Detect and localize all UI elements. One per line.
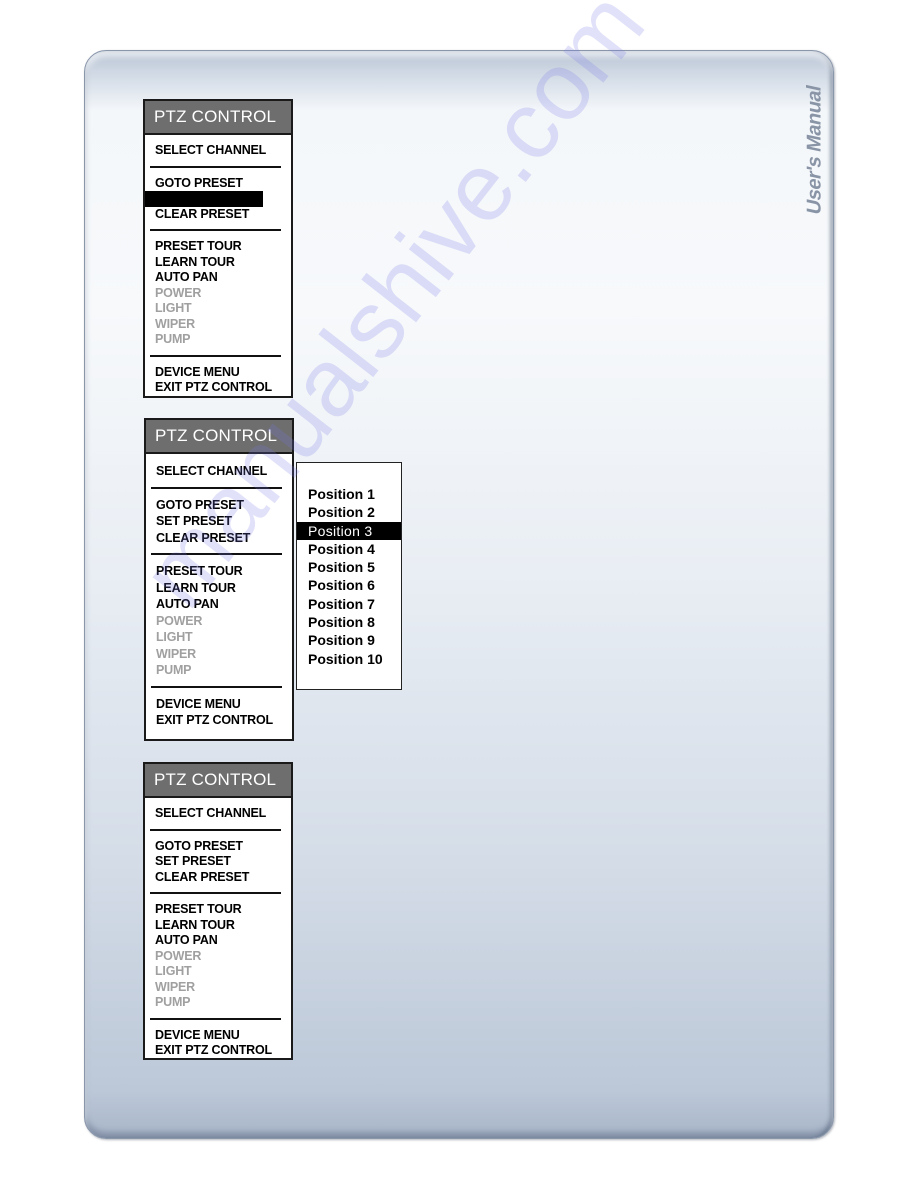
menu-divider bbox=[151, 553, 282, 555]
ptz-control-menu-3: PTZ CONTROL SELECT CHANNEL GOTO PRESET SET … bbox=[143, 762, 293, 1060]
menu-item-pump: PUMP bbox=[156, 663, 192, 677]
preset-position-option[interactable]: Position 2 bbox=[297, 503, 401, 521]
menu-title: PTZ CONTROL bbox=[146, 420, 292, 454]
menu-group: PRESET TOUR LEARN TOUR AUTO PAN POWER LIGHT W… bbox=[145, 239, 291, 348]
menu-item-wiper: WIPER bbox=[155, 979, 195, 994]
menu-item-auto-pan[interactable]: AUTO PAN bbox=[155, 270, 281, 286]
menu-group: DEVICE MENU EXIT PTZ CONTROL bbox=[146, 696, 292, 729]
preset-position-option[interactable]: Position 3 bbox=[297, 521, 401, 540]
menu-item-power: POWER bbox=[155, 285, 202, 300]
preset-position-option[interactable]: Position 5 bbox=[297, 558, 401, 576]
menu-item-select-channel[interactable]: SELECT CHANNEL bbox=[156, 463, 282, 480]
menu-item-power: POWER bbox=[156, 613, 203, 628]
menu-item-clear-preset[interactable]: CLEAR PRESET bbox=[156, 530, 282, 547]
menu-item-preset-tour[interactable]: PRESET TOUR bbox=[155, 902, 281, 918]
menu-group: SELECT CHANNEL bbox=[145, 143, 291, 159]
preset-position-option[interactable]: Position 7 bbox=[297, 595, 401, 613]
menu-group: GOTO PRESET SET PRESET CLEAR PRESET bbox=[145, 176, 291, 223]
side-label: User's Manual bbox=[800, 80, 830, 220]
menu-divider bbox=[150, 892, 281, 894]
menu-body: SELECT CHANNEL GOTO PRESET SET PRESET CLEAR… bbox=[145, 798, 291, 1065]
menu-item-learn-tour[interactable]: LEARN TOUR bbox=[155, 255, 281, 271]
menu-item-select-channel[interactable]: SELECT CHANNEL bbox=[155, 143, 281, 159]
menu-item-device-menu[interactable]: DEVICE MENU bbox=[156, 696, 282, 713]
preset-position-option[interactable]: Position 4 bbox=[297, 540, 401, 558]
preset-position-option[interactable]: Position 10 bbox=[297, 650, 401, 668]
menu-item-light: LIGHT bbox=[155, 964, 192, 978]
preset-position-option[interactable]: Position 1 bbox=[297, 485, 401, 503]
menu-item-device-menu[interactable]: DEVICE MENU bbox=[155, 365, 281, 381]
menu-item-exit-ptz-control[interactable]: EXIT PTZ CONTROL bbox=[155, 1043, 281, 1059]
menu-group: GOTO PRESET SET PRESET CLEAR PRESET bbox=[146, 497, 292, 547]
menu-item-pump: PUMP bbox=[155, 995, 191, 1009]
menu-item-select-channel[interactable]: SELECT CHANNEL bbox=[155, 806, 281, 822]
menu-item-clear-preset[interactable]: CLEAR PRESET bbox=[155, 870, 281, 886]
menu-item-device-menu[interactable]: DEVICE MENU bbox=[155, 1028, 281, 1044]
menu-item-goto-preset[interactable]: GOTO PRESET bbox=[156, 497, 282, 514]
preset-position-option[interactable]: Position 9 bbox=[297, 631, 401, 649]
preset-position-option[interactable]: Position 8 bbox=[297, 613, 401, 631]
menu-item-exit-ptz-control[interactable]: EXIT PTZ CONTROL bbox=[155, 380, 281, 396]
menu-group: SELECT CHANNEL bbox=[146, 463, 292, 480]
menu-group: DEVICE MENU EXIT PTZ CONTROL bbox=[145, 365, 291, 396]
menu-item-preset-tour[interactable]: PRESET TOUR bbox=[156, 563, 282, 580]
menu-item-preset-tour[interactable]: PRESET TOUR bbox=[155, 239, 281, 255]
menu-group: PRESET TOUR LEARN TOUR AUTO PAN POWER LIGHT W… bbox=[146, 563, 292, 679]
side-label-text: User's Manual bbox=[803, 83, 826, 217]
menu-divider bbox=[150, 229, 281, 231]
preset-position-option[interactable]: Position 6 bbox=[297, 576, 401, 594]
menu-item-light: LIGHT bbox=[156, 630, 193, 644]
menu-item-clear-preset[interactable]: CLEAR PRESET bbox=[155, 207, 281, 223]
menu-body: SELECT CHANNEL GOTO PRESET SET PRESET CLEAR… bbox=[146, 454, 292, 735]
menu-body: SELECT CHANNEL GOTO PRESET SET PRESET CLEAR… bbox=[145, 135, 291, 402]
menu-group: GOTO PRESET SET PRESET CLEAR PRESET bbox=[145, 839, 291, 886]
menu-title: PTZ CONTROL bbox=[145, 764, 291, 798]
menu-item-learn-tour[interactable]: LEARN TOUR bbox=[156, 580, 282, 597]
menu-divider bbox=[151, 486, 282, 489]
menu-item-exit-ptz-control[interactable]: EXIT PTZ CONTROL bbox=[156, 712, 282, 729]
menu-item-set-preset[interactable]: SET PRESET bbox=[156, 513, 282, 530]
menu-item-auto-pan[interactable]: AUTO PAN bbox=[155, 933, 281, 949]
preset-position-dropdown[interactable]: Position 1 Position 2 Position 3 Position 4… bbox=[296, 462, 402, 690]
menu-item-wiper: WIPER bbox=[155, 316, 195, 331]
menu-divider bbox=[151, 685, 282, 688]
menu-divider bbox=[150, 828, 281, 831]
menu-item-set-preset[interactable]: SET PRESET bbox=[155, 854, 281, 870]
menu-item-goto-preset[interactable]: GOTO PRESET bbox=[155, 176, 281, 192]
menu-item-learn-tour[interactable]: LEARN TOUR bbox=[155, 918, 281, 934]
ptz-control-menu-2: PTZ CONTROL SELECT CHANNEL GOTO PRESET SET … bbox=[144, 418, 294, 741]
menu-item-auto-pan[interactable]: AUTO PAN bbox=[156, 596, 282, 613]
menu-group: DEVICE MENU EXIT PTZ CONTROL bbox=[145, 1028, 291, 1059]
menu-title: PTZ CONTROL bbox=[145, 101, 291, 135]
menu-group: PRESET TOUR LEARN TOUR AUTO PAN POWER LIGHT W… bbox=[145, 902, 291, 1011]
menu-group: SELECT CHANNEL bbox=[145, 806, 291, 822]
menu-item-set-preset[interactable]: SET PRESET bbox=[145, 191, 263, 207]
menu-item-light: LIGHT bbox=[155, 301, 192, 315]
menu-item-power: POWER bbox=[155, 948, 202, 963]
menu-item-goto-preset[interactable]: GOTO PRESET bbox=[155, 839, 281, 855]
ptz-control-menu-1: PTZ CONTROL SELECT CHANNEL GOTO PRESET SET … bbox=[143, 99, 293, 398]
menu-divider bbox=[150, 1017, 281, 1020]
menu-item-wiper: WIPER bbox=[156, 646, 196, 661]
menu-divider bbox=[150, 354, 281, 357]
menu-item-pump: PUMP bbox=[155, 332, 191, 346]
menu-divider bbox=[150, 165, 281, 168]
